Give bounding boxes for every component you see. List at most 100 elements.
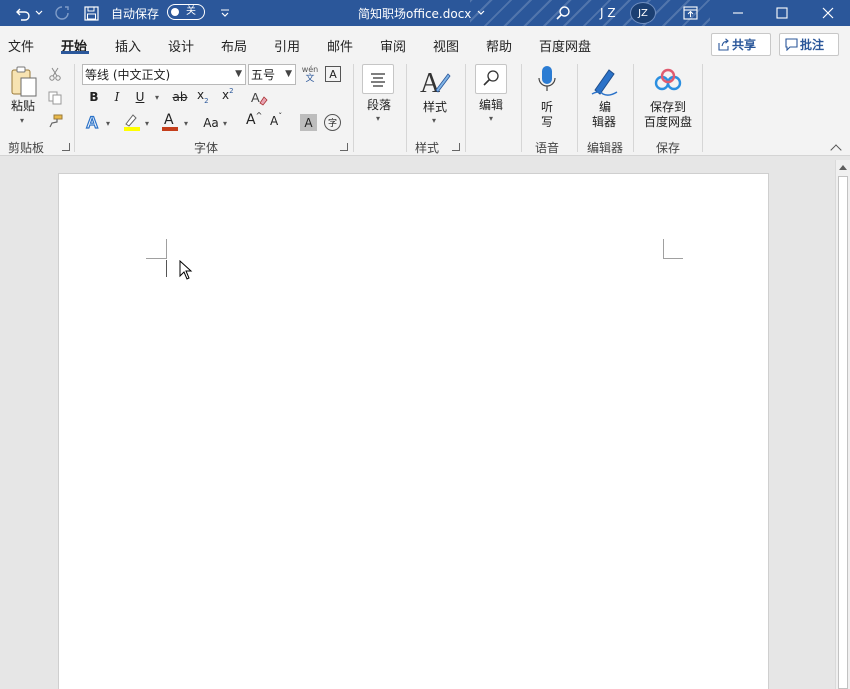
paragraph-dropdown-icon[interactable]: ▾ (376, 114, 380, 123)
share-button[interactable]: 共享 (711, 33, 771, 56)
strikethrough-button[interactable]: ab (170, 87, 190, 107)
undo-icon[interactable] (12, 0, 34, 26)
ribbon-display-options-icon[interactable] (680, 0, 700, 26)
redo-icon[interactable] (51, 0, 73, 26)
scrollbar-thumb[interactable] (838, 176, 848, 689)
highlight-dropdown-icon[interactable]: ▾ (145, 119, 149, 128)
highlight-color-icon[interactable] (122, 112, 142, 132)
autosave-toggle[interactable]: 关 (167, 4, 205, 20)
styles-icon[interactable]: A (418, 64, 452, 99)
chevron-down-icon: ▼ (235, 69, 242, 79)
text-effects-dropdown-icon[interactable]: ▾ (106, 119, 110, 128)
font-group-label: 字体 (194, 141, 219, 155)
find-icon[interactable] (475, 64, 507, 94)
font-color-swatch (162, 127, 178, 131)
avatar[interactable]: JZ (630, 2, 656, 24)
character-border-icon[interactable]: A (325, 66, 341, 82)
search-icon[interactable] (552, 0, 574, 26)
customize-toolbar-icon[interactable] (218, 0, 232, 26)
document-title[interactable]: 简知职场office.docx (358, 0, 485, 26)
paragraph-button-label[interactable]: 段落 (367, 98, 391, 112)
clipboard-group-label: 剪贴板 (8, 141, 45, 155)
character-shading-button[interactable]: A (300, 114, 317, 131)
styles-dropdown-icon[interactable]: ▾ (432, 116, 436, 125)
font-color-letter: A (164, 112, 174, 128)
baidu-netdisk-icon[interactable] (653, 66, 683, 96)
title-bar-decoration (470, 0, 710, 26)
styles-button-label[interactable]: 样式 (423, 100, 447, 114)
superscript-mark: 2 (229, 87, 234, 95)
cut-icon[interactable] (48, 67, 62, 81)
italic-button[interactable]: I (107, 87, 127, 107)
styles-launcher-icon[interactable] (452, 143, 460, 151)
maximize-icon[interactable] (772, 0, 792, 26)
underline-button[interactable]: U (130, 87, 150, 107)
save-icon[interactable] (81, 0, 101, 26)
text-effects-icon[interactable]: A (85, 112, 105, 132)
text-cursor (166, 260, 167, 277)
enclose-characters-button[interactable]: 字 (324, 114, 341, 131)
editing-button-label[interactable]: 编辑 (479, 98, 503, 112)
editor-label-line1[interactable]: 编 (599, 100, 611, 114)
close-icon[interactable] (818, 0, 838, 26)
toggle-knob (171, 8, 179, 16)
save-to-baidu-label-line2[interactable]: 百度网盘 (644, 115, 692, 129)
undo-dropdown-icon[interactable] (34, 0, 44, 26)
save-to-baidu-label-line1[interactable]: 保存到 (650, 100, 686, 114)
grow-font-button[interactable]: A^ (246, 111, 264, 132)
tab-help[interactable]: 帮助 (486, 36, 512, 55)
bold-button[interactable]: B (84, 87, 104, 107)
change-case-button[interactable]: Aa (200, 113, 222, 133)
svg-text:A: A (251, 90, 260, 105)
editor-icon[interactable] (589, 64, 621, 98)
paste-button-label[interactable]: 粘贴 (11, 99, 35, 113)
font-color-icon[interactable]: A (160, 112, 180, 132)
title-bar: 自动保存 关 简知职场office.docx J Z JZ (0, 0, 850, 26)
user-initials[interactable]: J Z (600, 0, 616, 26)
tab-baidu-netdisk[interactable]: 百度网盘 (539, 36, 591, 55)
underline-dropdown-icon[interactable]: ▾ (155, 93, 159, 102)
font-name-combo[interactable]: 等线 (中文正文) ▼ (82, 64, 246, 85)
paste-dropdown-icon[interactable]: ▾ (20, 116, 24, 125)
tab-review[interactable]: 审阅 (380, 36, 406, 55)
tab-references[interactable]: 引用 (274, 36, 300, 55)
dictate-label-line1[interactable]: 听 (541, 100, 553, 114)
ribbon-separator (74, 64, 75, 152)
comments-button[interactable]: 批注 (779, 33, 839, 56)
margin-mark-top-right-h (663, 258, 683, 259)
voice-group-label: 语音 (535, 141, 560, 155)
format-painter-icon[interactable] (47, 114, 63, 128)
paragraph-icon[interactable] (362, 64, 394, 94)
scroll-up-icon[interactable] (839, 165, 847, 170)
font-launcher-icon[interactable] (340, 143, 348, 151)
dictate-label-line2[interactable]: 写 (541, 115, 553, 129)
font-color-dropdown-icon[interactable]: ▾ (184, 119, 188, 128)
chevron-down-icon: ▼ (285, 69, 292, 79)
font-size-combo[interactable]: 五号 ▼ (248, 64, 296, 85)
microphone-icon[interactable] (536, 64, 558, 98)
tab-view[interactable]: 视图 (433, 36, 459, 55)
paste-icon[interactable] (9, 66, 39, 98)
tab-insert[interactable]: 插入 (115, 36, 141, 55)
clipboard-launcher-icon[interactable] (62, 143, 70, 151)
tab-layout[interactable]: 布局 (221, 36, 247, 55)
subscript-mark: 2 (204, 97, 209, 105)
minimize-icon[interactable] (728, 0, 748, 26)
tab-mailings[interactable]: 邮件 (327, 36, 353, 55)
phonetic-guide-button[interactable]: wén 文 (301, 65, 319, 85)
share-label: 共享 (732, 38, 757, 52)
subscript-button[interactable]: x2 (197, 88, 217, 108)
change-case-dropdown-icon[interactable]: ▾ (223, 119, 227, 128)
clear-formatting-icon[interactable]: A (250, 89, 268, 107)
copy-icon[interactable] (48, 91, 62, 105)
tab-design[interactable]: 设计 (168, 36, 194, 55)
editing-dropdown-icon[interactable]: ▾ (489, 114, 493, 123)
autosave-state: 关 (186, 6, 196, 17)
superscript-button[interactable]: x2 (222, 87, 242, 108)
phonetic-guide-bottom: 文 (305, 74, 315, 84)
tab-file[interactable]: 文件 (8, 36, 34, 55)
shrink-font-button[interactable]: Aˇ (270, 112, 288, 134)
vertical-scrollbar[interactable] (835, 160, 850, 689)
document-page[interactable] (58, 173, 769, 689)
editor-label-line2[interactable]: 辑器 (592, 115, 616, 129)
